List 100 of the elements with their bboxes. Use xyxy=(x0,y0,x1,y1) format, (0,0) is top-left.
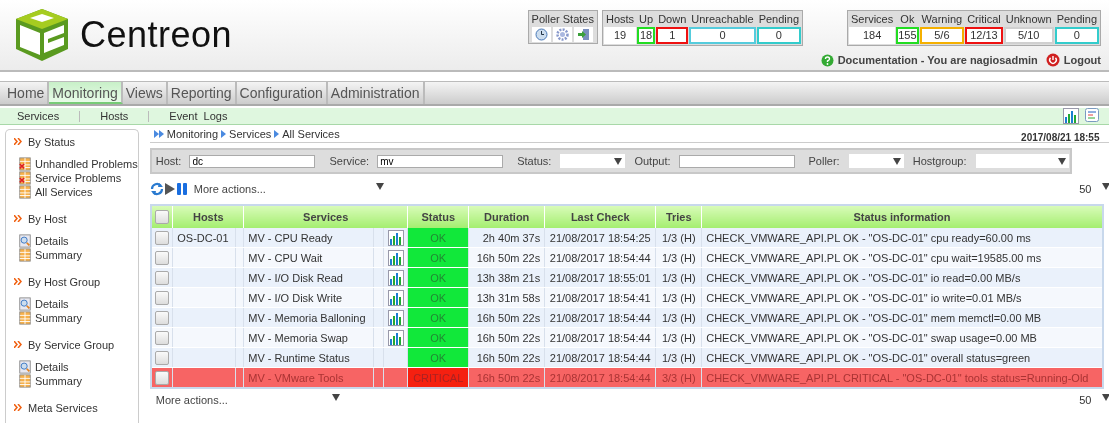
menu-tab[interactable]: Reporting xyxy=(167,82,237,104)
counter-value[interactable]: 12/13 xyxy=(965,27,1003,44)
row-checkbox[interactable] xyxy=(155,310,169,325)
filter-input[interactable] xyxy=(678,154,795,168)
bar-chart-icon[interactable] xyxy=(387,309,404,326)
column-header[interactable]: Duration xyxy=(468,205,545,228)
bar-chart-icon[interactable] xyxy=(387,269,404,286)
menu-tab[interactable]: Administration xyxy=(327,82,425,104)
filter-input[interactable]: dc xyxy=(189,154,316,168)
magnifier-grid-icon xyxy=(18,297,32,311)
counter-value[interactable]: 0 xyxy=(689,27,756,44)
more-actions-dropdown[interactable]: More actions... xyxy=(193,183,384,195)
double-chevron-icon xyxy=(14,138,23,145)
counter-label: Unreachable xyxy=(690,12,755,26)
row-checkbox[interactable] xyxy=(155,370,169,385)
bar-chart-icon[interactable] xyxy=(387,249,404,266)
dropdown-arrow-icon[interactable] xyxy=(331,394,340,401)
counter-value[interactable]: 0 xyxy=(1054,27,1099,44)
poller-states-label: Poller States xyxy=(530,12,595,26)
column-header[interactable]: Last Check xyxy=(544,205,656,228)
row-checkbox[interactable] xyxy=(155,350,169,365)
submenu-link[interactable]: Hosts xyxy=(100,110,149,122)
menu-tab[interactable]: Configuration xyxy=(236,82,328,104)
bar-chart-icon[interactable] xyxy=(387,289,404,306)
column-header[interactable]: Status xyxy=(407,205,469,228)
import-arrow-icon[interactable] xyxy=(577,28,591,41)
bar-chart-icon[interactable] xyxy=(1063,108,1079,124)
help-icon[interactable] xyxy=(820,53,834,67)
dropdown-arrow-icon[interactable] xyxy=(1101,183,1109,190)
filter-label: Host: xyxy=(155,155,182,167)
sidebar-link[interactable]: Unhandled Problems xyxy=(35,157,138,171)
bar-chart-icon[interactable] xyxy=(387,229,404,246)
filter-dropdown[interactable] xyxy=(559,153,627,169)
dropdown-arrow-icon[interactable] xyxy=(614,157,623,165)
counter-value[interactable]: 5/6 xyxy=(919,27,965,44)
submenu-link[interactable]: Event Logs xyxy=(169,110,248,122)
table-cell: CHECK_VMWARE_API.PL OK - "OS-DC-01" cpu wait=19585.00 ms xyxy=(701,247,1103,268)
power-icon[interactable] xyxy=(1045,53,1060,67)
breadcrumb-link[interactable]: Services xyxy=(229,127,272,140)
select-all-checkbox[interactable] xyxy=(155,210,169,224)
table-cell: CHECK_VMWARE_API.PL OK - "OS-DC-01" mem memctl=0.00 MB xyxy=(701,307,1103,328)
sidebar-link[interactable]: Details xyxy=(35,297,83,311)
column-header[interactable]: Status information xyxy=(701,205,1103,228)
page-size-dropdown[interactable]: 50 xyxy=(1079,394,1109,406)
dropdown-arrow-icon[interactable] xyxy=(375,183,384,190)
filter-label: Output: xyxy=(634,155,671,167)
counter-value[interactable]: 5/10 xyxy=(1003,27,1054,44)
gear-icon[interactable] xyxy=(556,28,570,41)
table-cell: CHECK_VMWARE_API.PL OK - "OS-DC-01" io read=0.00 MB/s xyxy=(701,267,1103,288)
submenu-link[interactable]: Services xyxy=(17,110,80,122)
breadcrumb-link[interactable]: Monitoring xyxy=(166,127,219,140)
page-size-dropdown[interactable]: 50 xyxy=(1079,183,1109,195)
table-cell: MV - CPU Ready xyxy=(243,228,374,248)
counter-label: Ok xyxy=(899,12,916,26)
logout-link[interactable]: Logout xyxy=(1063,54,1101,66)
row-checkbox[interactable] xyxy=(155,250,169,265)
column-header[interactable]: Services xyxy=(243,205,408,228)
bar-chart-icon[interactable] xyxy=(387,329,404,346)
menu-tab[interactable]: Monitoring xyxy=(49,82,123,104)
row-checkbox[interactable] xyxy=(155,290,169,305)
dropdown-arrow-icon[interactable] xyxy=(892,157,901,165)
filter-input[interactable]: mv xyxy=(377,154,504,168)
column-header[interactable]: Hosts xyxy=(172,205,244,228)
sidebar-link[interactable]: Summary xyxy=(35,248,83,262)
counter-label: Hosts xyxy=(604,12,636,26)
counter-label: Unknown xyxy=(1004,12,1053,26)
sidebar-link[interactable]: All Services xyxy=(35,185,138,199)
cube-logo-icon xyxy=(14,7,70,63)
sidebar-link[interactable]: Summary xyxy=(35,374,83,388)
sidebar-link[interactable]: Service Problems xyxy=(35,171,138,185)
documentation-link[interactable]: Documentation - You are nagiosadmin xyxy=(837,54,1038,66)
row-checkbox[interactable] xyxy=(155,330,169,345)
counter-value[interactable]: 184 xyxy=(849,27,896,44)
grid-error-icon xyxy=(18,171,32,185)
row-checkbox[interactable] xyxy=(155,270,169,285)
counter-value[interactable]: 19 xyxy=(603,27,637,44)
list-icon[interactable] xyxy=(1085,108,1099,122)
counter-label: Down xyxy=(657,12,688,26)
clock-icon[interactable] xyxy=(535,28,549,41)
play-icon[interactable] xyxy=(163,182,176,196)
refresh-icon[interactable] xyxy=(149,182,164,196)
date-time: 2017/08/21 18:55 xyxy=(1021,131,1100,143)
counter-value[interactable]: 155 xyxy=(896,27,919,44)
pause-icon[interactable] xyxy=(175,182,188,196)
table-cell: CHECK_VMWARE_API.PL OK - "OS-DC-01" overall status=green xyxy=(701,347,1103,368)
more-actions-dropdown[interactable]: More actions... xyxy=(155,394,340,406)
dropdown-arrow-icon[interactable] xyxy=(1057,157,1066,165)
sidebar-link[interactable]: Details xyxy=(35,360,83,374)
counter-value[interactable]: 18 xyxy=(637,27,656,44)
dropdown-arrow-icon[interactable] xyxy=(1101,394,1109,401)
column-header[interactable]: Tries xyxy=(655,205,702,228)
sidebar-link[interactable]: Details xyxy=(35,234,83,248)
counter-value[interactable]: 0 xyxy=(756,27,802,44)
grid-icon xyxy=(18,185,32,199)
breadcrumb-link[interactable]: All Services xyxy=(282,127,340,140)
counter-value[interactable]: 1 xyxy=(656,27,689,44)
menu-tab[interactable]: Views xyxy=(122,82,168,104)
sidebar-link[interactable]: Summary xyxy=(35,311,83,325)
row-checkbox[interactable] xyxy=(155,230,169,245)
filter-dropdown[interactable] xyxy=(847,153,905,169)
